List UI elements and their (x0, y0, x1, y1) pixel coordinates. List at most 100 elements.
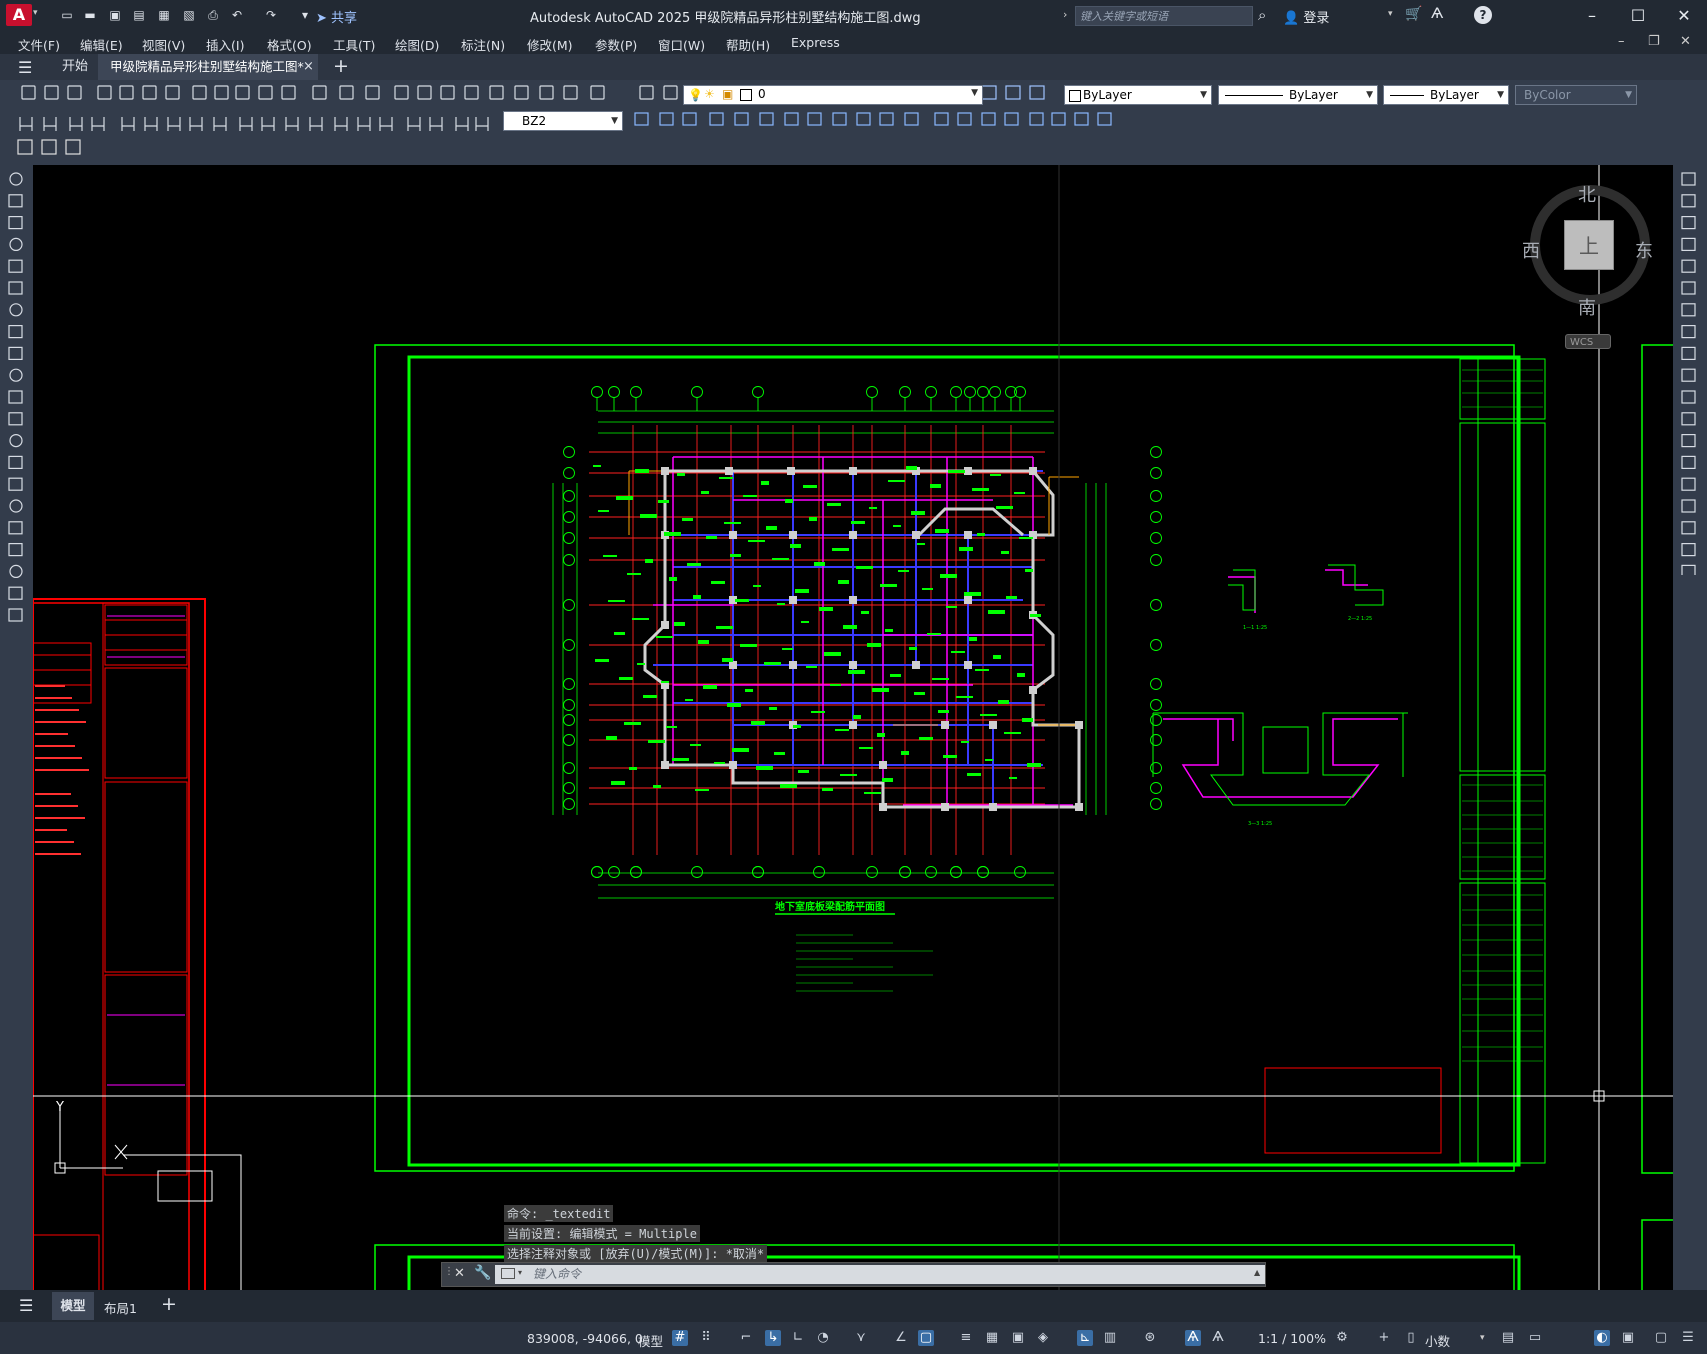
search-icon[interactable]: ⌕ (1258, 6, 1266, 24)
lock-ui-icon[interactable]: ▭ (1527, 1330, 1543, 1346)
menu-dimension[interactable]: 标注(N) (461, 35, 505, 54)
new-file-icon[interactable]: ▭ (58, 7, 76, 23)
command-grip-icon[interactable]: ⋮ (444, 1266, 454, 1277)
command-input[interactable]: 键入命令 (495, 1265, 1265, 1284)
search-input[interactable]: 键入关键字或短语 (1075, 6, 1253, 26)
login-button[interactable]: 👤 登录 (1283, 7, 1329, 26)
share-button[interactable]: ➤ 共享 (316, 7, 357, 26)
dynamic-ucs-icon[interactable]: ⊾ (1077, 1330, 1093, 1346)
3d-object-snap-icon[interactable]: ◈ (1035, 1330, 1051, 1346)
cart-icon[interactable]: 🛒 (1405, 6, 1422, 22)
quick-properties-icon[interactable]: ▤ (1500, 1330, 1516, 1346)
annotation-monitor-icon[interactable]: + (1376, 1330, 1392, 1346)
gizmo-icon[interactable]: ⊛ (1142, 1330, 1158, 1346)
close-window-button[interactable]: ✕ (1664, 4, 1704, 28)
menu-edit[interactable]: 编辑(E) (80, 35, 123, 54)
clean-screen-icon[interactable]: ▢ (1653, 1330, 1669, 1346)
auto-scale-icon[interactable]: Ѧ (1210, 1330, 1226, 1346)
close-tab-icon[interactable]: × (303, 59, 314, 74)
workspace-gear-icon[interactable]: ⚙ (1334, 1330, 1350, 1346)
wcs-menu-button[interactable]: WCS (1565, 334, 1611, 349)
snap-toggle-icon[interactable]: ⠿ (698, 1330, 714, 1346)
undo-icon[interactable]: ↶ (228, 7, 246, 23)
lineweight-dropdown[interactable]: ByLayer ▼ (1383, 85, 1509, 105)
customization-icon[interactable]: ☰ (1680, 1330, 1696, 1346)
linetype-dropdown[interactable]: ByLayer ▼ (1218, 85, 1378, 105)
polar-tracking-icon[interactable]: ◔ (815, 1330, 831, 1346)
doc-close-button[interactable]: ✕ (1680, 34, 1691, 49)
app-menu-chevron-icon[interactable]: ▾ (33, 8, 38, 18)
new-tab-button[interactable]: + (333, 55, 349, 77)
command-history-toggle-icon[interactable]: ▲ (1254, 1268, 1260, 1277)
selection-cycling-icon[interactable]: ▣ (1010, 1330, 1026, 1346)
viewcube-west[interactable]: 西 (1522, 237, 1540, 263)
menu-insert[interactable]: 插入(I) (206, 35, 244, 54)
viewcube-north[interactable]: 北 (1578, 181, 1596, 207)
app-logo[interactable]: A (6, 4, 32, 26)
units-dropdown[interactable]: 小数 (1425, 1331, 1450, 1350)
plot-icon[interactable]: ⎙ (204, 7, 222, 23)
dynamic-input-icon[interactable]: ↳ (765, 1330, 781, 1346)
menu-format[interactable]: 格式(O) (267, 35, 312, 54)
doc-minimize-button[interactable]: – (1618, 34, 1625, 49)
hamburger-menu-icon[interactable]: ☰ (18, 58, 32, 77)
selection-filter-icon[interactable]: ▥ (1102, 1330, 1118, 1346)
infer-constraints-icon[interactable]: ⌐ (738, 1330, 754, 1346)
grid-toggle-icon[interactable]: # (672, 1330, 688, 1346)
minimize-button[interactable]: – (1572, 4, 1612, 28)
open-web-icon[interactable]: ▦ (155, 7, 173, 23)
customize-chevron-icon[interactable]: ▾ (296, 7, 314, 23)
autodesk-app-icon[interactable]: Ѧ (1431, 6, 1443, 22)
menu-help[interactable]: 帮助(H) (726, 35, 770, 54)
save-web-icon[interactable]: ▧ (180, 7, 198, 23)
save-as-icon[interactable]: ▤ (130, 7, 148, 23)
login-chevron-icon[interactable]: ▾ (1388, 9, 1393, 19)
model-space-button[interactable]: 模型 (638, 1331, 663, 1350)
menu-file[interactable]: 文件(F) (18, 35, 60, 54)
viewcube-top-face[interactable]: 上 (1564, 220, 1614, 270)
open-file-icon[interactable]: ▬ (81, 7, 99, 23)
object-snap-tracking-icon[interactable]: ∠ (893, 1330, 909, 1346)
menu-parametric[interactable]: 参数(P) (595, 35, 637, 54)
viewcube-south[interactable]: 南 (1578, 294, 1596, 320)
viewcube-east[interactable]: 东 (1635, 237, 1653, 263)
annotation-scale-dropdown[interactable]: 1:1 / 100% (1258, 1331, 1326, 1346)
layer-dropdown[interactable]: 💡 ☀ ▣ 0 ▼ (683, 85, 983, 105)
menu-express[interactable]: Express (791, 35, 840, 50)
menu-window[interactable]: 窗口(W) (658, 35, 705, 54)
command-close-icon[interactable]: ✕ (454, 1266, 465, 1281)
units-icon[interactable]: ▯ (1403, 1330, 1419, 1346)
menu-view[interactable]: 视图(V) (142, 35, 185, 54)
menu-draw[interactable]: 绘图(D) (395, 35, 439, 54)
units-chevron-icon[interactable]: ▾ (1480, 1333, 1485, 1343)
layout-menu-icon[interactable]: ☰ (19, 1296, 33, 1315)
annotation-visibility-icon[interactable]: Ѧ (1185, 1330, 1201, 1346)
save-icon[interactable]: ▣ (106, 7, 124, 23)
dimstyle-dropdown[interactable]: BZ2 ▼ (503, 111, 623, 131)
help-icon[interactable]: ? (1474, 6, 1492, 24)
ortho-toggle-icon[interactable]: ∟ (790, 1330, 806, 1346)
command-recent-chevron-icon[interactable]: ▾ (518, 1268, 522, 1277)
add-layout-button[interactable]: + (161, 1293, 177, 1315)
isometric-drafting-icon[interactable]: ⋎ (853, 1330, 869, 1346)
graphics-performance-icon[interactable]: ▣ (1620, 1330, 1636, 1346)
menu-tools[interactable]: 工具(T) (333, 35, 375, 54)
plotstyle-dropdown[interactable]: ByColor ▼ (1515, 85, 1637, 105)
isolate-objects-icon[interactable]: ◐ (1594, 1330, 1610, 1346)
search-expand-icon[interactable]: › (1063, 8, 1067, 21)
maximize-button[interactable]: ☐ (1618, 4, 1658, 28)
tab-layout1[interactable]: 布局1 (104, 1298, 137, 1317)
tab-model[interactable]: 模型 (52, 1292, 94, 1320)
coordinates-readout[interactable]: 839008, -94066, 0 (527, 1331, 643, 1346)
tab-document[interactable]: 甲级院精品异形柱别墅结构施工图* (98, 54, 318, 80)
command-customize-icon[interactable]: 🔧 (474, 1265, 491, 1281)
lineweight-toggle-icon[interactable]: ≡ (958, 1330, 974, 1346)
object-snap-icon[interactable]: ▢ (918, 1330, 934, 1346)
menu-modify[interactable]: 修改(M) (527, 35, 573, 54)
transparency-toggle-icon[interactable]: ▦ (984, 1330, 1000, 1346)
tab-start[interactable]: 开始 (52, 54, 98, 80)
doc-restore-button[interactable]: ❐ (1648, 34, 1660, 49)
redo-icon[interactable]: ↷ (262, 7, 280, 23)
color-dropdown[interactable]: ByLayer ▼ (1064, 85, 1212, 105)
command-prompt-icon[interactable] (501, 1268, 515, 1279)
